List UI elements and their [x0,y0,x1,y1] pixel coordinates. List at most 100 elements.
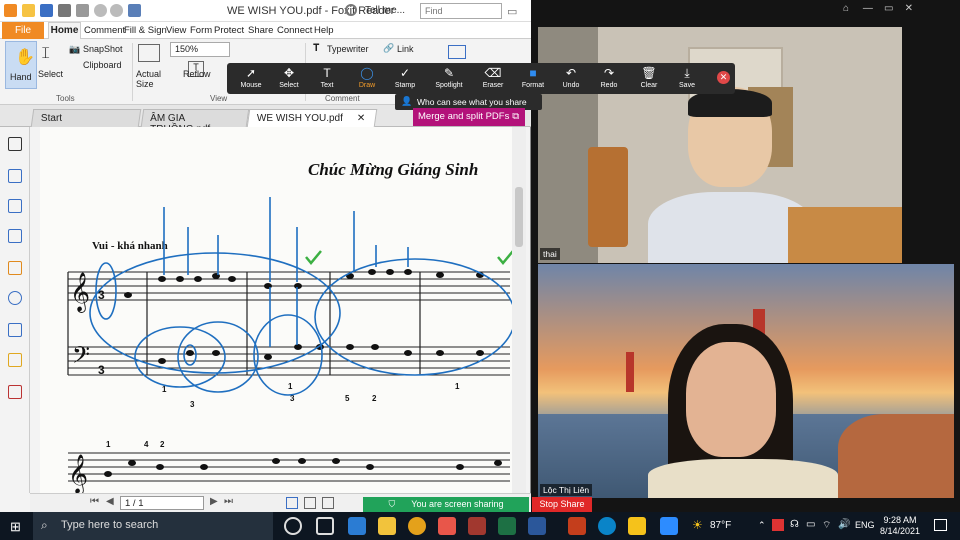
foxit-taskbar-icon[interactable] [438,517,456,535]
network-icon[interactable]: ☊ [790,519,799,530]
open-folder-icon[interactable] [22,4,35,17]
file-explorer-icon[interactable] [378,517,396,535]
menu-connect[interactable]: Connect [277,25,312,36]
weather-temp[interactable]: 87°F [710,520,731,531]
menu-fill-sign[interactable]: Fill & Sign [124,25,167,36]
menu-home[interactable]: Home [48,22,81,39]
save-icon[interactable] [40,4,53,17]
zoom-window-controls[interactable]: ⌂ — ▭ ✕ [843,3,913,14]
next-page-icon[interactable]: ▶ [210,496,218,507]
lock-icon[interactable] [8,353,22,367]
app-icon[interactable] [468,517,486,535]
stop-share-button[interactable]: Stop Share [532,497,592,512]
snapshot-button[interactable]: SnapShot [83,44,123,54]
excel-icon[interactable] [498,517,516,535]
page-number-value: 1 / 1 [125,498,144,509]
link-button[interactable]: Link [397,44,414,54]
vertical-scrollbar[interactable] [512,127,526,493]
tray-app-icon[interactable] [772,519,784,531]
zoom-taskbar-icon[interactable] [660,517,678,535]
prev-page-icon[interactable]: ◀ [106,496,114,507]
single-page-view-icon[interactable] [286,497,298,509]
tool-clear[interactable]: 🗑 Clear [629,67,669,90]
undo-icon[interactable] [94,4,107,17]
close-tab-icon[interactable]: ✕ [357,113,365,124]
page-icon[interactable] [76,4,89,17]
pen-icon[interactable] [8,385,22,399]
scroll-thumb[interactable] [515,187,523,247]
tool-redo[interactable]: ↷ Redo [589,67,629,90]
tool-select[interactable]: ✥ Select [269,66,309,90]
svg-text:2: 2 [372,394,377,403]
tool-spotlight[interactable]: ✎ Spotlight [429,67,469,90]
clipboard-button[interactable]: Clipboard [83,60,122,70]
menu-share[interactable]: Share [248,25,273,36]
menu-comment[interactable]: Comment [84,25,125,36]
menu-help[interactable]: Help [314,25,334,36]
wifi-icon[interactable]: ⌔ [822,519,831,532]
select-tool-button[interactable]: Select [38,69,63,79]
tab-am-gia-truong[interactable]: ÂM GIA TRUỒNG.pdf [140,109,250,135]
last-page-icon[interactable]: ⏭ [224,496,233,507]
tray-chevron-icon[interactable]: ⌃ [758,520,766,531]
close-toolbar-icon[interactable]: ✕ [717,71,730,84]
tool-eraser[interactable]: ⌫ Eraser [473,67,513,90]
tell-me-box[interactable]: Tell me... [365,5,405,16]
continuous-view-icon[interactable] [304,497,316,509]
notifications-icon[interactable] [934,519,947,531]
tool-mouse[interactable]: ➚ Mouse [231,67,271,90]
find-input[interactable] [420,3,502,19]
tool-save[interactable]: ⤓ Save [667,67,707,90]
print-icon[interactable] [58,4,71,17]
fit-page-icon[interactable] [448,45,466,59]
menu-form[interactable]: Form [190,25,212,36]
volume-icon[interactable]: 🔊 [838,519,850,530]
merge-split-pdfs-banner[interactable]: Merge and split PDFs ⧉ [413,108,525,126]
hand-tool-button[interactable]: ✋ Hand [5,41,37,89]
redo-icon[interactable] [110,4,123,17]
menu-file[interactable]: File [2,22,44,39]
language-indicator[interactable]: ENG [855,520,875,530]
facing-view-icon[interactable] [322,497,334,509]
edge-icon[interactable] [348,517,366,535]
panel-toggle-icon[interactable] [8,137,22,151]
typewriter-button[interactable]: Typewriter [327,44,369,54]
edge-new-icon[interactable] [598,517,616,535]
system-clock[interactable]: 9:28 AM 8/14/2021 [880,515,920,537]
windows-start-icon[interactable]: ⊞ [10,519,21,535]
layers-icon[interactable] [8,229,22,243]
zoom-select[interactable]: 150% [170,42,230,57]
bookmark-icon[interactable] [8,169,22,183]
tool-format[interactable]: ■ Format [513,67,553,90]
tab-we-wish-you[interactable]: WE WISH YOU.pdf ✕ [246,109,378,127]
chrome-icon[interactable] [408,517,426,535]
task-view-icon[interactable] [316,517,334,535]
powerpoint-icon[interactable] [568,517,586,535]
tool-draw[interactable]: ◯ Draw [347,67,387,90]
sticky-notes-icon[interactable] [628,517,646,535]
comments-icon[interactable] [8,261,22,275]
attachment-icon[interactable] [8,291,22,305]
signature-icon[interactable] [8,323,22,337]
move-icon: ✥ [283,66,295,80]
taskbar-search-box[interactable]: ⌕ Type here to search [33,512,273,540]
link-icon: 🔗 [383,43,395,53]
battery-icon[interactable]: ▭ [806,519,815,530]
menu-protect[interactable]: Protect [214,25,244,36]
window-controls[interactable]: ▭ [507,5,517,18]
video-tile-loc-thi-lien[interactable]: Lộc Thị Liên [538,264,954,498]
person-icon: 👤 [401,96,413,106]
page-number-input[interactable]: 1 / 1 [120,496,204,510]
word-icon[interactable] [528,517,546,535]
pages-icon[interactable] [8,199,22,213]
cortana-icon[interactable] [284,517,302,535]
stamp-quick-icon[interactable] [128,4,141,17]
menu-view[interactable]: View [166,25,186,36]
tool-stamp[interactable]: ✓ Stamp [385,67,425,90]
reflow-button[interactable]: Reflow [183,69,211,79]
first-page-icon[interactable]: ⏮ [90,496,99,507]
tool-undo[interactable]: ↶ Undo [551,67,591,90]
tool-text[interactable]: T Text [307,67,347,90]
actual-size-button[interactable]: Actual Size [136,69,164,89]
tab-start[interactable]: Start [30,109,142,127]
